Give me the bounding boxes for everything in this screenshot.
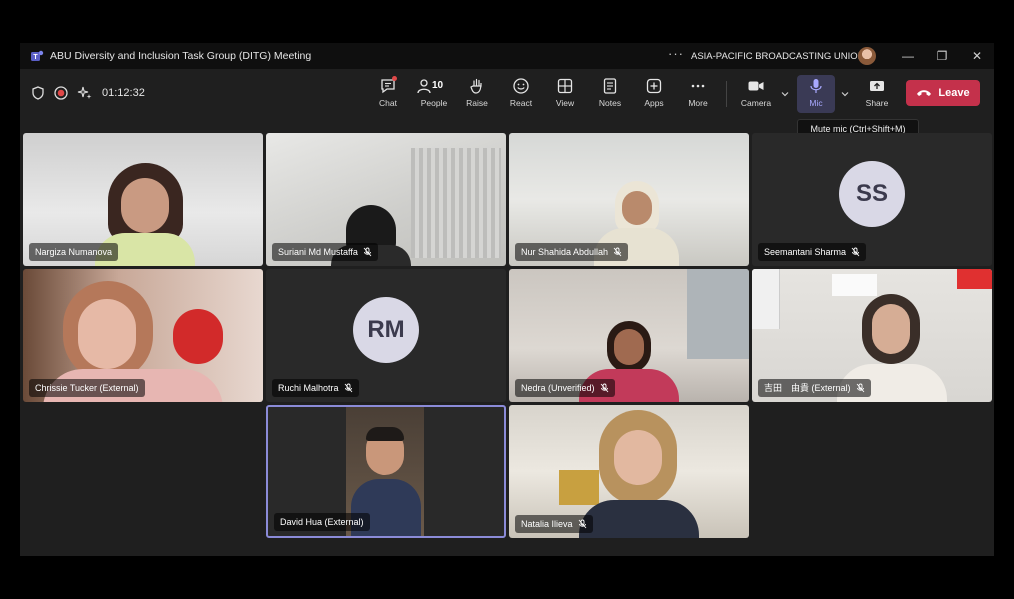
mic-icon [810,79,822,93]
chat-button[interactable]: Chat [368,75,408,113]
toolbar-divider [726,81,727,107]
video-tile[interactable]: Suriani Md Mustaffa [266,133,506,266]
more-label: More [688,98,708,108]
grid-view-icon [557,78,573,94]
minimize-icon[interactable]: — [899,47,917,65]
participant-avatar: RM [353,296,419,363]
participant-name-tag: Chrissie Tucker (External) [29,379,145,397]
smiley-icon [513,78,529,94]
chat-label: Chat [379,98,397,108]
leave-label: Leave [938,87,970,99]
hang-up-icon [917,90,932,96]
share-button[interactable]: Share [857,75,897,113]
people-label: People [420,98,448,108]
title-more-button[interactable]: ··· [668,46,684,61]
participant-name-tag: 吉田 由貴 (External) [758,379,871,397]
react-label: React [509,98,533,108]
mic-options-chevron-icon[interactable] [840,89,850,99]
mic-label: Mic [809,98,823,108]
view-label: View [555,98,575,108]
meeting-title: ABU Diversity and Inclusion Task Group (… [50,50,312,62]
leave-button[interactable]: Leave [906,80,980,106]
participant-name-tag: Seemantani Sharma [758,243,867,261]
participant-name: 吉田 由貴 (External) [764,383,851,393]
video-tile[interactable]: Nargiza Numanova [23,133,263,266]
video-tile[interactable]: Natalia Ilieva [509,405,749,538]
participant-name-tag: Ruchi Malhotra [272,379,359,397]
org-name[interactable]: ASIA-PACIFIC BROADCASTING UNION [691,51,864,62]
muted-mic-icon [363,247,372,257]
participant-avatar: SS [839,160,905,227]
camera-label: Camera [740,98,772,108]
muted-mic-icon [344,383,352,393]
close-icon[interactable]: ✕ [968,47,986,65]
participant-name-tag: Natalia Ilieva [515,515,593,533]
camera-button[interactable]: Camera [736,75,776,113]
participant-name-tag: Nargiza Numanova [29,243,119,261]
people-count: 10 [432,80,444,91]
meeting-timer: 01:12:32 [102,87,145,99]
meeting-toolbar: 01:12:32 Chat 10 People Raise React View… [20,69,994,117]
svg-text:T: T [33,54,38,61]
participant-name: David Hua (External) [280,517,364,527]
apps-label: Apps [644,98,664,108]
participant-name-tag: Suriani Md Mustaffa [272,243,378,261]
participant-name: Nedra (Unverified) [521,383,595,393]
apps-plus-icon [646,78,662,94]
restore-icon[interactable]: ❐ [933,47,951,65]
mic-button[interactable]: Mic [797,75,835,113]
video-tile[interactable]: Chrissie Tucker (External) [23,269,263,402]
camera-icon [748,81,764,91]
raise-hand-button[interactable]: Raise [457,75,497,113]
notes-icon [603,78,617,94]
participant-name-tag: Nur Shahida Abdullah [515,243,629,261]
notes-button[interactable]: Notes [590,75,630,113]
muted-mic-icon [856,383,864,393]
video-tile[interactable]: RM Ruchi Malhotra [266,269,506,402]
video-tile[interactable]: SS Seemantani Sharma [752,133,992,266]
chat-notification-dot [392,76,397,81]
more-dots-icon [691,84,705,88]
participant-name: Chrissie Tucker (External) [35,383,139,393]
sparkle-icon[interactable] [77,85,93,101]
participant-name: Natalia Ilieva [521,519,573,529]
user-avatar[interactable] [858,47,876,65]
muted-mic-icon [613,247,622,257]
participant-name: Nargiza Numanova [35,247,113,257]
muted-mic-icon [578,519,586,529]
teams-meeting-window: T ABU Diversity and Inclusion Task Group… [20,43,994,556]
more-button[interactable]: More [678,75,718,113]
video-tile[interactable]: 吉田 由貴 (External) [752,269,992,402]
people-button[interactable]: 10 People [412,75,456,113]
apps-button[interactable]: Apps [634,75,674,113]
share-label: Share [865,98,889,108]
view-button[interactable]: View [545,75,585,113]
recording-icon[interactable] [53,85,69,101]
participant-name-tag: Nedra (Unverified) [515,379,615,397]
raise-label: Raise [466,98,488,108]
video-tile[interactable]: Nedra (Unverified) [509,269,749,402]
camera-options-chevron-icon[interactable] [780,89,790,99]
participant-name: Nur Shahida Abdullah [521,247,609,257]
teams-logo-icon: T [31,50,44,61]
participant-name: Ruchi Malhotra [278,383,339,393]
notes-label: Notes [598,98,622,108]
video-tile[interactable]: Nur Shahida Abdullah [509,133,749,266]
react-button[interactable]: React [501,75,541,113]
participant-name: Seemantani Sharma [764,247,847,257]
video-tile-active-speaker[interactable]: David Hua (External) [266,405,506,538]
title-bar: T ABU Diversity and Inclusion Task Group… [20,43,994,69]
muted-mic-icon [851,247,860,257]
raise-hand-icon [470,78,482,94]
muted-mic-icon [600,383,608,393]
participant-name: Suriani Md Mustaffa [278,247,358,257]
shield-icon[interactable] [30,85,46,101]
share-screen-icon [870,81,884,91]
participant-name-tag: David Hua (External) [274,513,370,531]
